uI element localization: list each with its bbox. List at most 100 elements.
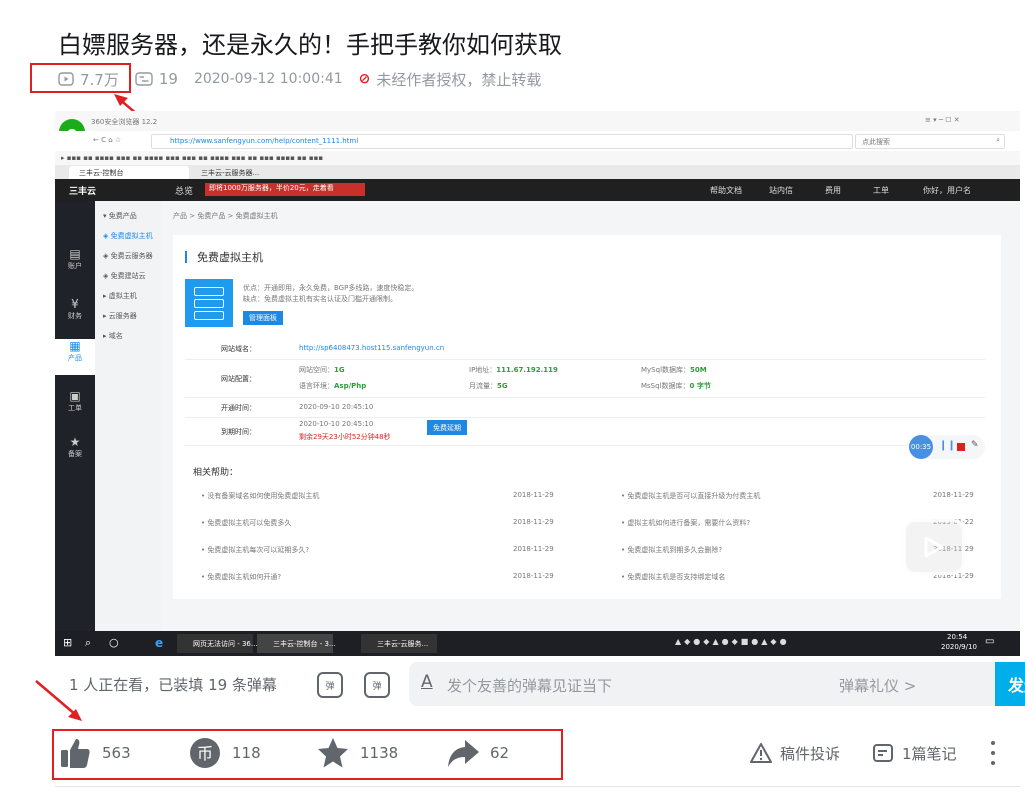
- renew-button[interactable]: 免费延期: [427, 420, 467, 435]
- browser-title: 360安全浏览器 12.2: [91, 118, 158, 126]
- sidebar-item-record[interactable]: ★ 备案: [55, 435, 95, 459]
- promo-banner[interactable]: 即将1000万服务器，半价20元，走着看: [205, 183, 365, 196]
- danmaku-toggle-icon[interactable]: 弹: [317, 672, 343, 698]
- browser-search[interactable]: 点此搜索 ⌕: [855, 134, 1005, 149]
- play-count-icon: [58, 72, 74, 86]
- help-item-date: 2018-11-29: [513, 545, 554, 553]
- coin-count: 118: [232, 744, 261, 762]
- tray-icons[interactable]: ▲◆●◆▲●◆■●▲◆●: [675, 637, 790, 646]
- subnav-free-site-label: 免费建站云: [110, 272, 146, 280]
- help-item[interactable]: • 免费虚拟主机是否支持绑定域名: [621, 572, 725, 582]
- watching-info: 1 人正在看，已装填 19 条弹幕: [69, 676, 277, 694]
- notification-icon[interactable]: ▭: [985, 636, 994, 647]
- site-header: 三丰云 总览 即将1000万服务器，半价20元，走着看 帮助文档 站内信 费用 …: [55, 179, 1020, 201]
- stop-icon[interactable]: [957, 443, 965, 451]
- sidebar-item-ticket[interactable]: ▣ 工单: [55, 389, 95, 413]
- like-button[interactable]: 563: [58, 733, 131, 773]
- taskbar-app-3[interactable]: 三丰云-云服务...: [361, 634, 437, 653]
- pen-icon[interactable]: ✎: [971, 440, 979, 450]
- coin-button[interactable]: 币 118: [188, 733, 261, 773]
- sidebar-item-finance[interactable]: ¥ 财务: [55, 297, 95, 321]
- tab-server-label: 三丰云-云服务器...: [201, 169, 260, 177]
- subnav-free-host-label: 免费虚拟主机: [110, 232, 153, 240]
- more-options-icon[interactable]: [986, 741, 1000, 765]
- os-taskbar: ⊞ ⌕ ○ e 网页无法访问 - 36... 三丰云-控制台 - 3... 三丰…: [55, 631, 1020, 656]
- task-view-icon[interactable]: ○: [109, 636, 119, 649]
- danmaku-count-icon: [135, 72, 153, 86]
- nav-buttons[interactable]: ← C ⌂ ☆: [93, 136, 121, 144]
- subnav-free-host[interactable]: ◈ 免费虚拟主机: [103, 231, 153, 241]
- help-item[interactable]: • 虚拟主机如何进行备案，需要什么资料?: [621, 518, 750, 528]
- help-item-text: 免费虚拟主机可以免费多久: [207, 519, 292, 527]
- mysql-label: MySql数据库：: [641, 366, 691, 374]
- note-icon: [873, 744, 893, 762]
- ticket-icon: ▣: [69, 389, 81, 403]
- taskbar-search-icon[interactable]: ⌕: [85, 636, 91, 650]
- danmaku-bar: 1 人正在看，已装填 19 条弹幕 弹 弹 A 发个友善的弹幕见证当下 弹幕礼仪…: [55, 658, 1025, 714]
- subnav-free-server[interactable]: ◈ 免费云服务器: [103, 251, 153, 261]
- subnav-domain[interactable]: ▸ 域名: [103, 331, 123, 341]
- open-value: 2020-09-10 20:45:10: [299, 403, 374, 411]
- mssql-label: MsSql数据库：: [641, 382, 690, 390]
- site-user[interactable]: 你好，用户名: [923, 185, 971, 196]
- tab-server[interactable]: 三丰云-云服务器...: [191, 166, 311, 179]
- subnav-free[interactable]: ▾ 免费产品: [103, 211, 137, 221]
- annotation-arrow-bottom: [35, 680, 82, 721]
- report-button[interactable]: 稿件投诉: [750, 733, 840, 773]
- video-player[interactable]: 360安全浏览器 12.2 ≡ ▾ ─ ☐ ✕ e ← C ⌂ ☆ https:…: [55, 111, 1020, 656]
- site-overview[interactable]: 总览: [175, 184, 193, 197]
- site-billing[interactable]: 费用: [825, 185, 841, 196]
- taskbar-app-2[interactable]: 三丰云-控制台 - 3...: [257, 634, 336, 653]
- notes-button[interactable]: 1篇笔记: [872, 733, 957, 773]
- favorite-button[interactable]: 1138: [316, 733, 398, 773]
- recording-widget[interactable]: 00:35 ❙❙ ✎: [909, 435, 985, 459]
- help-item-date: 2018-11-29: [933, 491, 974, 499]
- sidebar-item-account[interactable]: ▤ 账户: [55, 247, 95, 271]
- site-messages[interactable]: 站内信: [769, 185, 793, 196]
- help-item[interactable]: • 免费虚拟主机是否可以直接升级为付费主机: [621, 491, 760, 501]
- start-icon[interactable]: ⊞: [63, 636, 72, 649]
- finance-icon: ¥: [71, 297, 79, 311]
- pause-icon[interactable]: ❙❙: [939, 440, 956, 451]
- danmaku-settings-icon[interactable]: 弹: [364, 672, 390, 698]
- danmaku-input[interactable]: A 发个友善的弹幕见证当下 弹幕礼仪 >: [409, 662, 995, 706]
- sidebar-ticket-label: 工单: [68, 404, 82, 412]
- video-title: 白嫖服务器，还是永久的！手把手教你如何获取: [58, 31, 562, 59]
- lang-label: 语言环境：: [299, 382, 334, 390]
- tab-console[interactable]: 三丰云-控制台: [69, 166, 189, 179]
- help-item-text: 虚拟主机如何进行备案，需要什么资料?: [627, 519, 751, 527]
- taskbar-app-1-label: 网页无法访问 - 36...: [193, 640, 258, 648]
- share-arrow-icon: [448, 740, 479, 767]
- help-item[interactable]: • 免费虚拟主机到期多久会删除?: [621, 545, 722, 555]
- subnav-free-site[interactable]: ◈ 免费建站云: [103, 271, 146, 281]
- taskbar-app-1[interactable]: 网页无法访问 - 36...: [177, 634, 258, 653]
- danmaku-etiquette-link[interactable]: 弹幕礼仪 >: [839, 675, 916, 696]
- card-desc-2: 缺点：免费虚拟主机有实名认证及门槛开通限制。: [243, 295, 397, 303]
- subnav-cloud-label: 云服务器: [108, 312, 137, 320]
- help-item[interactable]: • 免费虚拟主机每次可以延期多久?: [201, 545, 309, 555]
- site-logo: 三丰云: [69, 187, 97, 197]
- url-field[interactable]: https://www.sanfengyun.com/help/content_…: [151, 134, 853, 149]
- share-button[interactable]: 62: [446, 733, 509, 773]
- promo-text: 即将1000万服务器，半价20元，走着看: [209, 184, 334, 192]
- site-ticket[interactable]: 工单: [873, 185, 889, 196]
- subnav-vhost[interactable]: ▸ 虚拟主机: [103, 291, 137, 301]
- help-item[interactable]: • 免费虚拟主机可以免费多久: [201, 518, 291, 528]
- send-button[interactable]: 发送: [995, 662, 1025, 706]
- sidebar-account-label: 账户: [68, 262, 82, 270]
- subnav-cloud[interactable]: ▸ 云服务器: [103, 311, 137, 321]
- help-item-date: 2018-11-29: [513, 491, 554, 499]
- taskbar-app-3-label: 三丰云-云服务...: [377, 640, 429, 648]
- domain-value[interactable]: http://sp6408473.host115.sanfengyun.cn: [299, 344, 444, 352]
- help-item[interactable]: • 没有备案域名如何使用免费虚拟主机: [201, 491, 319, 501]
- text-style-icon[interactable]: A: [421, 672, 433, 692]
- help-item-text: 免费虚拟主机是否可以直接升级为付费主机: [627, 492, 761, 500]
- row-domain: 网站域名： http://sp6408473.host115.sanfengyu…: [185, 337, 985, 360]
- sidebar-item-product[interactable]: ▦ 产品: [55, 339, 95, 375]
- site-subnav: ▾ 免费产品 ◈ 免费虚拟主机 ◈ 免费云服务器 ◈ 免费建站云 ▸ 虚拟主机 …: [95, 201, 162, 631]
- site-help[interactable]: 帮助文档: [710, 185, 742, 196]
- ie-icon[interactable]: e: [155, 636, 163, 650]
- manage-panel-button[interactable]: 管理面板: [243, 311, 283, 325]
- report-label: 稿件投诉: [780, 744, 841, 763]
- help-item[interactable]: • 免费虚拟主机如何开通?: [201, 572, 281, 582]
